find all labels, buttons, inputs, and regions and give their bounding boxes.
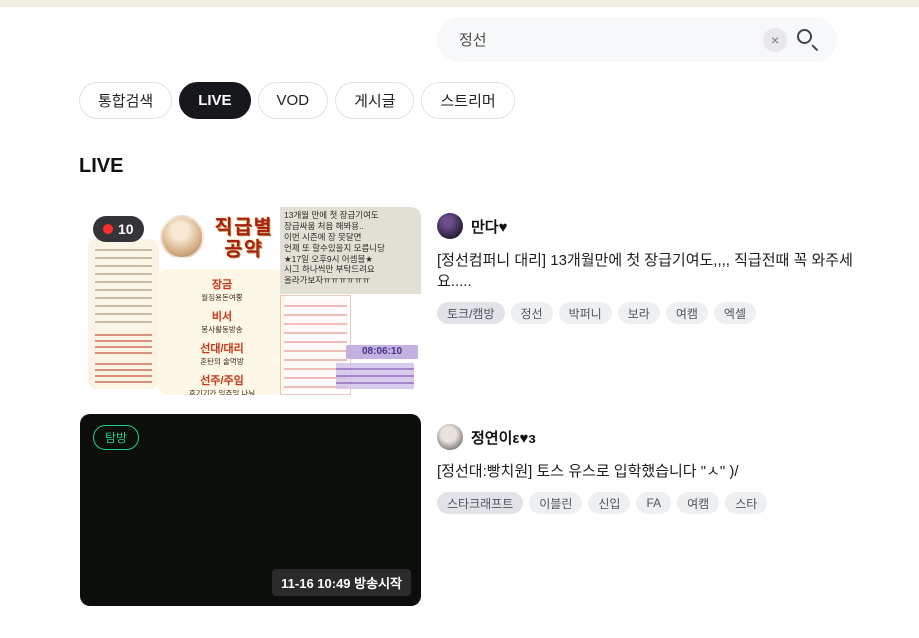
tag-category[interactable]: 스타크래프트	[437, 492, 523, 514]
poster-price-panel	[88, 239, 159, 389]
tag[interactable]: 정선	[511, 302, 553, 324]
stream-info-1: 만다♥ [정선컴퍼니 대리] 13개월만에 첫 장급기여도,,,, 직급전때 꼭…	[437, 213, 867, 324]
stream-timer: 08:06:10	[346, 345, 418, 359]
music-widget	[332, 361, 418, 391]
poster-heading: 직급별 공약	[198, 217, 290, 261]
tag-category[interactable]: 토크/캠방	[437, 302, 505, 324]
tag[interactable]: 스타	[725, 492, 767, 514]
streamer-byline[interactable]: 정연이ε♥з	[437, 424, 867, 450]
streamer-name[interactable]: 만다♥	[471, 216, 508, 237]
top-page-strip	[0, 0, 919, 7]
tag[interactable]: 여캠	[677, 492, 719, 514]
tag[interactable]: FA	[636, 492, 671, 514]
tab-streamer[interactable]: 스트리머	[421, 82, 514, 119]
stream-title[interactable]: [정선대:빵치원] 토스 유스로 입학했습니다 "ㅅ" )/	[437, 460, 867, 481]
pledge-item: 선대/대리 혼탄의 술먹방	[158, 340, 286, 367]
tag[interactable]: 보라	[618, 302, 660, 324]
tag[interactable]: 신입	[588, 492, 630, 514]
viewer-count-badge: 10	[93, 216, 144, 242]
pledge-item: 비서 봉사활동방송	[158, 308, 286, 335]
tag-list: 토크/캠방 정선 박퍼니 보라 여캠 엑셀	[437, 302, 867, 324]
search-icon[interactable]	[795, 27, 821, 53]
tab-all[interactable]: 통합검색	[79, 82, 172, 119]
clear-search-icon[interactable]: ×	[763, 28, 787, 52]
tab-vod[interactable]: VOD	[258, 82, 329, 119]
stream-title[interactable]: [정선컴퍼니 대리] 13개월만에 첫 장급기여도,,,, 직급전때 꼭 와주세…	[437, 249, 867, 291]
streamer-avatar[interactable]	[437, 213, 463, 239]
section-title-live: LIVE	[79, 155, 123, 178]
poster-pledge-list: 장금 월징용돈여뿡 비서 봉사활동방송 선대/대리 혼탄의 술먹방 선주/주임 …	[158, 269, 286, 395]
streamer-byline[interactable]: 만다♥	[437, 213, 867, 239]
search-bar: ×	[437, 17, 837, 62]
stream-thumbnail-2[interactable]: 탐방 11-16 10:49 방송시작	[80, 414, 421, 606]
pledge-item: 선주/주임 휴기기간 일주일 나눠	[158, 372, 286, 395]
streamer-name[interactable]: 정연이ε♥з	[471, 427, 536, 448]
category-badge: 탐방	[93, 425, 139, 450]
pledge-item: 장금 월징용돈여뿡	[158, 276, 286, 303]
search-input[interactable]	[437, 31, 763, 48]
broadcast-start-time: 11-16 10:49 방송시작	[272, 569, 411, 596]
tag[interactable]: 엑셀	[714, 302, 756, 324]
tag[interactable]: 박퍼니	[559, 302, 612, 324]
tab-posts[interactable]: 게시글	[335, 82, 414, 119]
streamer-avatar[interactable]	[437, 424, 463, 450]
stream-info-2: 정연이ε♥з [정선대:빵치원] 토스 유스로 입학했습니다 "ㅅ" )/ 스타…	[437, 424, 867, 514]
tag[interactable]: 여캠	[666, 302, 708, 324]
poster-notice-text: 13개월 만에 첫 장급기여도 장급싸움 처음 해봐용.. 이번 시즌에 장 못…	[280, 207, 421, 294]
tag-list: 스타크래프트 이블린 신입 FA 여캠 스타	[437, 492, 867, 514]
tab-live[interactable]: LIVE	[179, 82, 250, 119]
search-filter-tabs: 통합검색 LIVE VOD 게시글 스트리머	[79, 82, 515, 119]
tag[interactable]: 이블린	[529, 492, 582, 514]
stream-thumbnail-1[interactable]: 직급별 공약 장금 월징용돈여뿡 비서 봉사활동방송 선대/대리 혼탄의 술먹방…	[80, 207, 421, 395]
live-dot-icon	[103, 224, 113, 234]
